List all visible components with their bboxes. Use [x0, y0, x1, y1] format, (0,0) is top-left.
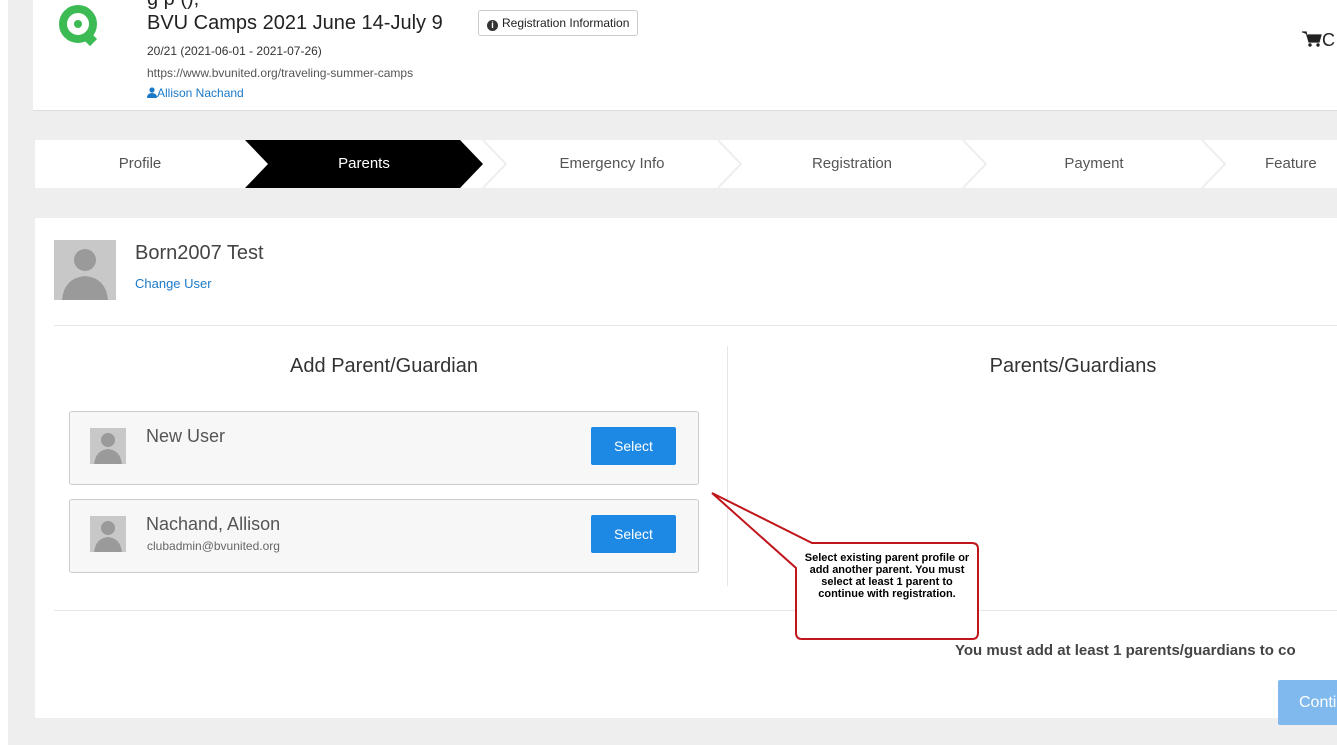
step-profile[interactable]: Profile	[35, 140, 245, 188]
continue-button[interactable]: Conti	[1278, 680, 1337, 725]
avatar-silhouette-icon	[62, 249, 108, 300]
change-user-link[interactable]: Change User	[135, 276, 212, 291]
step-payment[interactable]: Payment	[986, 140, 1202, 188]
callout-text: Select existing parent profile or add an…	[804, 552, 970, 600]
cart-button[interactable]: C	[1302, 30, 1335, 51]
participant-avatar	[54, 240, 116, 300]
avatar-silhouette-icon	[94, 521, 122, 552]
event-title: BVU Camps 2021 June 14-July 9	[147, 12, 443, 34]
add-parent-title: Add Parent/Guardian	[290, 355, 478, 377]
main-card: Born2007 Test Change User Add Parent/Gua…	[35, 218, 1337, 725]
footer-divider	[54, 610, 1337, 611]
registration-steps: Profile Parents Emergency Info Registrat…	[35, 140, 1337, 188]
cart-icon	[1302, 31, 1322, 47]
parent-option-existing: Nachand, Allison clubadmin@bvunited.org …	[69, 499, 699, 573]
user-icon	[147, 87, 157, 98]
logged-in-user-name: Allison Nachand	[157, 86, 244, 100]
event-url: https://www.bvunited.org/traveling-summe…	[147, 66, 414, 80]
clipped-title: g p (),	[147, 0, 199, 11]
option-email: clubadmin@bvunited.org	[147, 539, 280, 553]
step-emergency-info[interactable]: Emergency Info	[506, 140, 718, 188]
parents-list-title: Parents/Guardians	[989, 355, 1157, 377]
requirement-message: You must add at least 1 parents/guardian…	[955, 642, 1296, 659]
select-button[interactable]: Select	[591, 515, 676, 553]
step-feature[interactable]: Feature	[1225, 140, 1337, 188]
option-avatar	[90, 428, 126, 464]
club-logo-icon	[59, 5, 98, 47]
step-registration[interactable]: Registration	[741, 140, 963, 188]
cart-label: C	[1322, 30, 1335, 50]
option-name: New User	[146, 426, 226, 446]
season-dates: 20/21 (2021-06-01 - 2021-07-26)	[147, 44, 322, 58]
registration-information-label: Registration Information	[502, 16, 630, 30]
avatar-silhouette-icon	[94, 433, 122, 464]
registration-information-button[interactable]: i Registration Information	[478, 10, 639, 36]
parent-option-new-user: New User Select	[69, 411, 699, 485]
info-icon: i	[487, 20, 498, 31]
select-button[interactable]: Select	[591, 427, 676, 465]
logged-in-user-link[interactable]: Allison Nachand	[147, 86, 244, 100]
left-gutter	[0, 0, 8, 745]
option-avatar	[90, 516, 126, 552]
option-name: Nachand, Allison	[146, 514, 281, 534]
section-divider	[54, 325, 1337, 326]
participant-name: Born2007 Test	[135, 242, 264, 264]
step-parents[interactable]: Parents	[268, 140, 460, 188]
